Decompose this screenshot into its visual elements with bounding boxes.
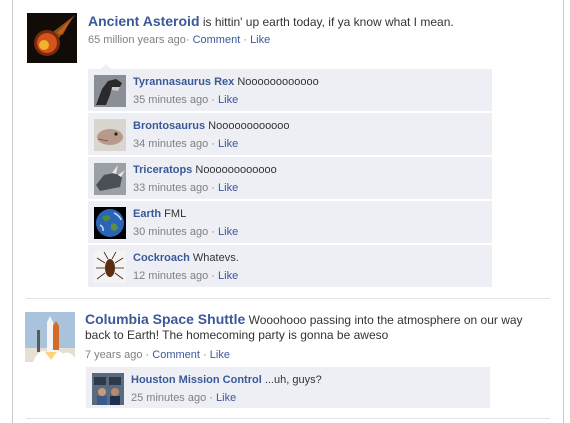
separator: · <box>211 138 215 150</box>
comment-text: Noooooooooooo <box>192 164 277 176</box>
like-link[interactable]: Like <box>218 182 238 194</box>
post-divider <box>26 298 550 299</box>
comment-author[interactable]: Triceratops <box>133 164 192 176</box>
brontosaurus-avatar[interactable] <box>94 119 126 151</box>
triceratops-avatar[interactable] <box>94 163 126 195</box>
shuttle-post: Columbia Space Shuttle Wooohooo passing … <box>85 312 555 363</box>
like-link[interactable]: Like <box>218 138 238 150</box>
comment-time: 30 minutes ago <box>133 226 209 238</box>
separator: · <box>211 94 215 106</box>
post-message: is hittin' up earth today, if ya know wh… <box>199 15 454 29</box>
comment-item: Earth FML 30 minutes ago · Like <box>88 201 492 243</box>
post-message: Wooohooo passing into the atmosphere on … <box>245 313 523 327</box>
like-link[interactable]: Like <box>218 270 238 282</box>
asteroid-post: Ancient Asteroid is hittin' up earth tod… <box>88 14 548 48</box>
comment-item: Houston Mission Control ...uh, guys? 25 … <box>86 367 490 408</box>
cockroach-avatar[interactable] <box>94 251 126 283</box>
separator: · <box>209 392 213 404</box>
separator: · <box>211 182 215 194</box>
comment-time: 33 minutes ago <box>133 182 209 194</box>
separator: · <box>243 34 247 46</box>
space-shuttle-avatar[interactable] <box>25 312 75 362</box>
comment-time: 35 minutes ago <box>133 94 209 106</box>
post-author[interactable]: Columbia Space Shuttle <box>85 311 245 327</box>
comment-text: ...uh, guys? <box>261 374 322 386</box>
comment-time: 25 minutes ago <box>131 392 207 404</box>
post-time[interactable]: 65 million years ago <box>88 34 186 46</box>
left-border <box>12 0 13 423</box>
separator: · <box>211 226 215 238</box>
separator: · <box>185 34 190 46</box>
comment-link[interactable]: Comment <box>193 34 241 46</box>
asteroid-avatar[interactable] <box>27 13 77 63</box>
comment-author[interactable]: Tyrannasaurus Rex <box>133 76 234 88</box>
mission-control-avatar[interactable] <box>92 373 124 405</box>
like-link[interactable]: Like <box>218 226 238 238</box>
post-time[interactable]: 7 years ago <box>85 349 142 361</box>
comment-item: Tyrannasaurus Rex Noooooooooooo 35 minut… <box>88 69 492 111</box>
like-link[interactable]: Like <box>218 94 238 106</box>
trex-avatar[interactable] <box>94 75 126 107</box>
comment-item: Cockroach Whatevs. 12 minutes ago · Like <box>88 245 492 287</box>
comment-text: FML <box>161 208 187 220</box>
like-link[interactable]: Like <box>216 392 236 404</box>
comment-item: Triceratops Noooooooooooo 33 minutes ago… <box>88 157 492 199</box>
comment-author[interactable]: Houston Mission Control <box>131 374 262 386</box>
comment-time: 12 minutes ago <box>133 270 209 282</box>
earth-avatar[interactable] <box>94 207 126 239</box>
post-divider <box>26 418 550 419</box>
separator: · <box>203 349 207 361</box>
comment-author[interactable]: Earth <box>133 208 161 220</box>
post-author[interactable]: Ancient Asteroid <box>88 13 200 29</box>
comment-text: Whatevs. <box>189 252 239 264</box>
separator: · <box>145 349 150 361</box>
separator: · <box>211 270 215 282</box>
comment-link[interactable]: Comment <box>152 349 200 361</box>
right-border <box>563 0 564 423</box>
comment-text: Noooooooooooo <box>205 120 290 132</box>
comment-time: 34 minutes ago <box>133 138 209 150</box>
comment-author[interactable]: Brontosaurus <box>133 120 205 132</box>
like-link[interactable]: Like <box>250 34 270 46</box>
post-message-line-2: back to Earth! The homecoming party is g… <box>85 328 389 342</box>
comment-author[interactable]: Cockroach <box>133 252 190 264</box>
like-link[interactable]: Like <box>210 349 230 361</box>
comment-text: Noooooooooooo <box>234 76 319 88</box>
comment-item: Brontosaurus Noooooooooooo 34 minutes ag… <box>88 113 492 155</box>
